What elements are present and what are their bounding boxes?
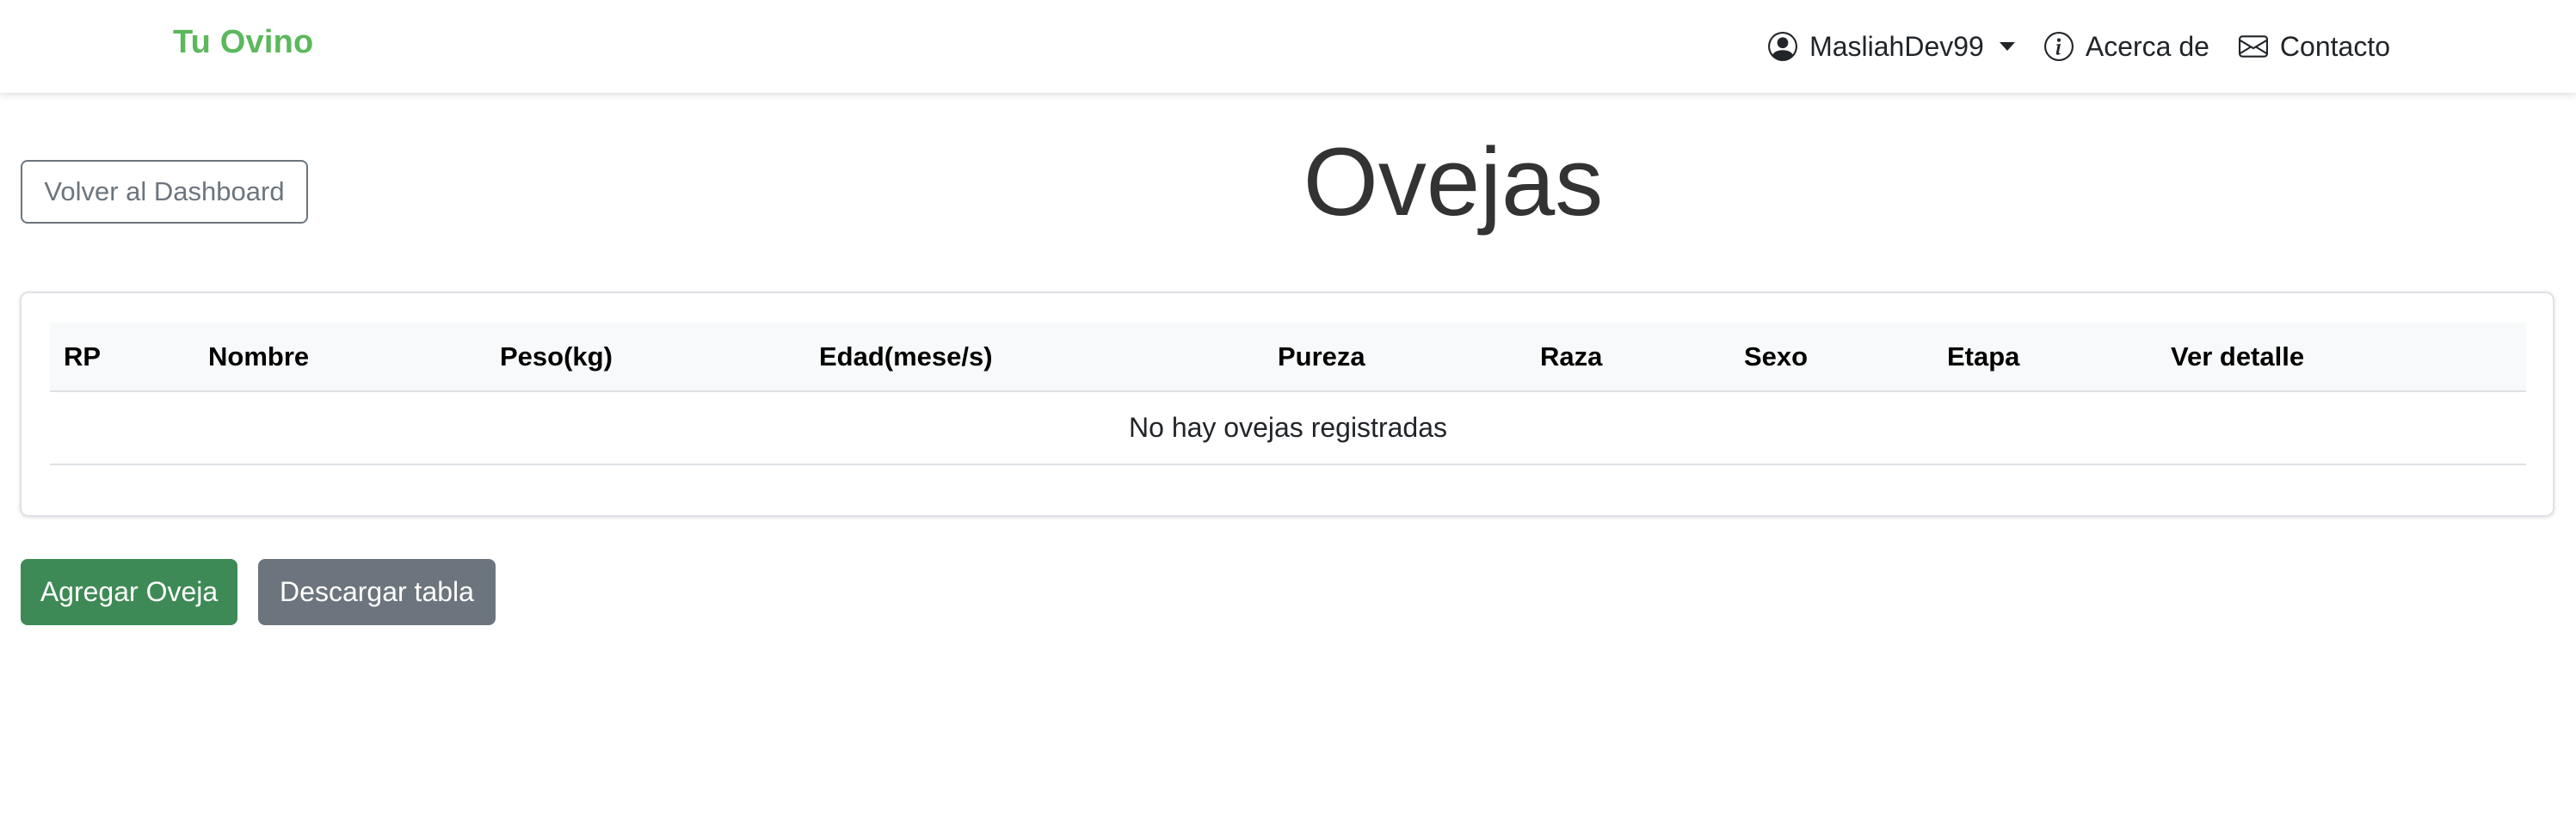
empty-table-message: No hay ovejas registradas [50, 391, 2526, 465]
add-sheep-button[interactable]: Agregar Oveja [21, 559, 237, 625]
column-header-rp: RP [50, 322, 194, 392]
table-header-row: RP Nombre Peso(kg) Edad(mese/s) Pureza R… [50, 322, 2526, 392]
column-header-peso: Peso(kg) [486, 322, 805, 392]
user-name-label: MasliahDev99 [1809, 30, 1984, 62]
user-dropdown-toggle[interactable]: MasliahDev99 [1768, 31, 2015, 63]
column-header-raza: Raza [1526, 322, 1730, 392]
column-header-ver-detalle: Ver detalle [2157, 322, 2526, 392]
contact-link[interactable]: Contacto [2238, 30, 2390, 63]
navbar-right-menu: MasliahDev99 Acerca de Contacto [1768, 0, 2390, 93]
column-header-pureza: Pureza [1264, 322, 1526, 392]
sheep-table: RP Nombre Peso(kg) Edad(mese/s) Pureza R… [50, 322, 2526, 465]
column-header-etapa: Etapa [1933, 322, 2157, 392]
envelope-icon [2238, 32, 2268, 61]
caret-down-icon [1999, 42, 2015, 51]
person-circle-icon [1768, 32, 1798, 61]
sheep-table-card: RP Nombre Peso(kg) Edad(mese/s) Pureza R… [20, 292, 2554, 517]
about-link-label: Acerca de [2085, 30, 2209, 62]
back-to-dashboard-button[interactable]: Volver al Dashboard [21, 160, 308, 224]
info-circle-icon [2043, 32, 2074, 61]
about-link[interactable]: Acerca de [2043, 30, 2209, 63]
contact-link-label: Contacto [2279, 30, 2390, 62]
column-header-sexo: Sexo [1730, 322, 1933, 392]
download-table-button[interactable]: Descargar tabla [258, 559, 496, 625]
column-header-nombre: Nombre [194, 322, 486, 392]
page-title: Ovejas [1303, 128, 1604, 236]
brand-logo-link[interactable]: Tu Ovino [173, 24, 313, 61]
navbar: Tu Ovino MasliahDev99 Acerca de Contacto [0, 0, 2576, 93]
column-header-edad: Edad(mese/s) [805, 322, 1264, 392]
table-row: No hay ovejas registradas [50, 391, 2526, 465]
